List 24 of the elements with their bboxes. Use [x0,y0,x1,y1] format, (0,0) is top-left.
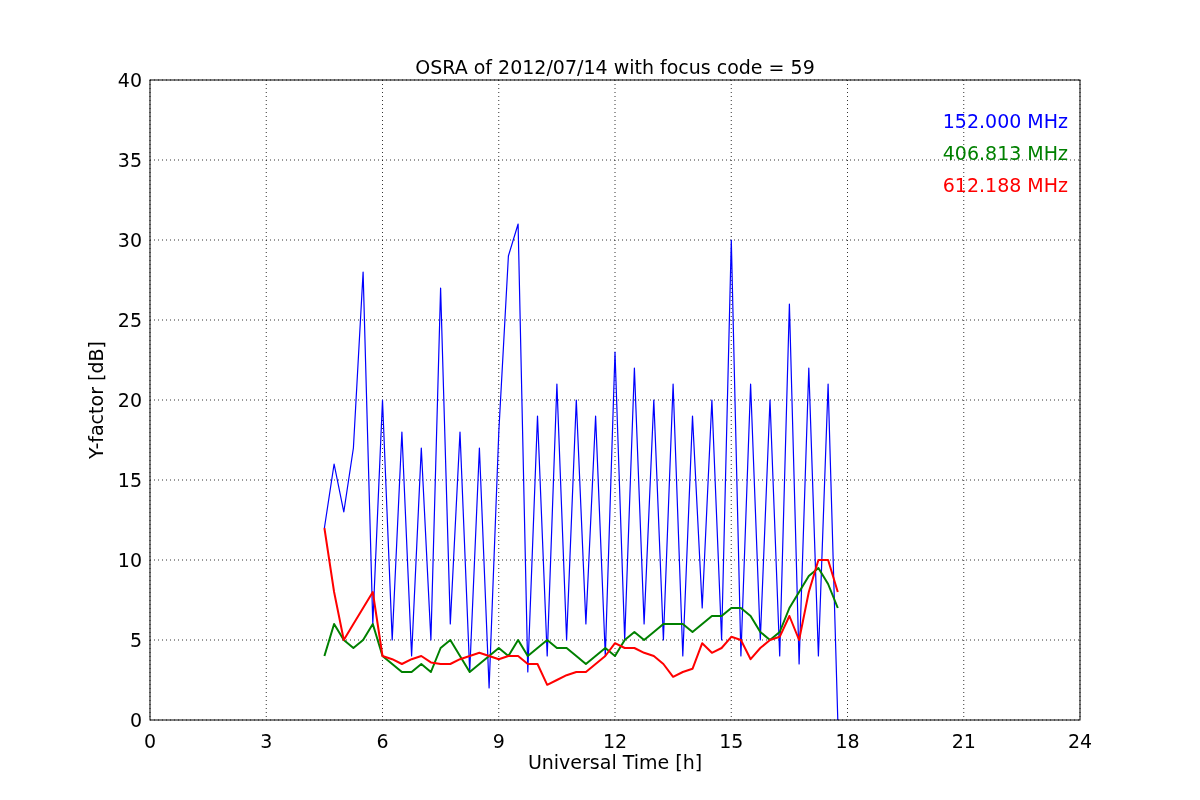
x-tick-label: 9 [492,730,505,752]
y-tick-label: 15 [117,469,142,491]
y-tick-label: 20 [117,389,142,411]
x-tick-label: 6 [376,730,389,752]
y-tick-label: 0 [129,709,142,731]
x-tick-label: 18 [835,730,860,752]
y-tick-label: 25 [117,309,142,331]
x-axis-label: Universal Time [h] [527,751,703,773]
x-tick-label: 0 [143,730,157,752]
legend-label: 612.188 MHz [942,174,1068,196]
y-tick-label: 30 [117,229,142,251]
y-axis-label: Y-factor [dB] [85,341,107,459]
y-tick-label: 5 [129,629,142,651]
legend-label: 406.813 MHz [942,142,1068,164]
chart-title: OSRA of 2012/07/14 with focus code = 59 [415,56,815,78]
legend-label: 152.000 MHz [942,110,1068,132]
x-tick-label: 24 [1067,730,1093,752]
x-tick-label: 3 [260,730,273,752]
y-tick-label: 40 [117,69,142,91]
x-tick-label: 15 [719,730,744,752]
x-tick-label: 21 [951,730,976,752]
x-tick-label: 12 [602,730,628,752]
y-tick-label: 10 [117,549,142,571]
y-tick-label: 35 [117,149,142,171]
